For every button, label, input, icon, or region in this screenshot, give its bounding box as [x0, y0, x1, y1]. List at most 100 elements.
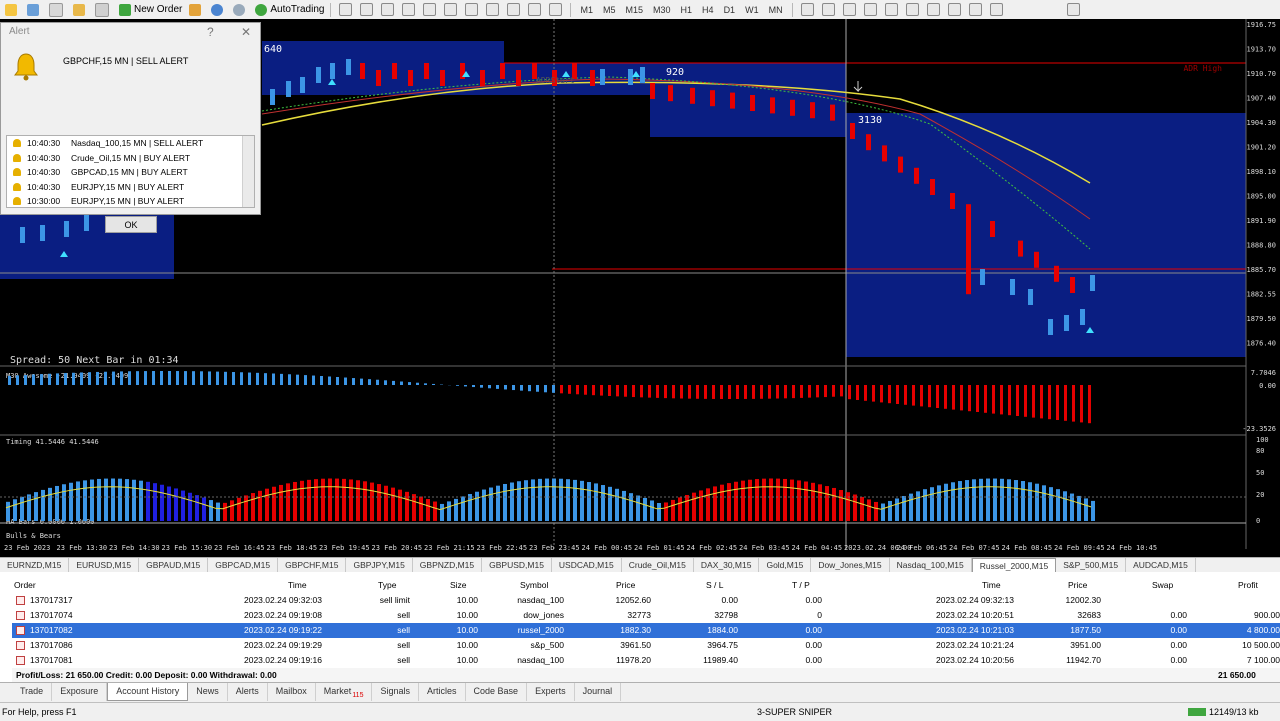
timing-bar [76, 481, 80, 521]
new-order-button[interactable]: New Order [117, 1, 184, 18]
chart-tab[interactable]: USDCAD,M15 [552, 558, 622, 573]
text-tool-button[interactable] [948, 3, 961, 16]
alert-row[interactable]: 10:40:30Crude_Oil,15 MN | BUY ALERT [7, 151, 254, 166]
terminal-tab[interactable]: Experts [527, 683, 575, 701]
tile-windows-button[interactable] [444, 3, 457, 16]
terminal-tab[interactable]: Exposure [52, 683, 107, 701]
terminal-button[interactable] [93, 1, 114, 18]
col-open-time[interactable]: Time [288, 578, 307, 593]
chart-tab[interactable]: Dow_Jones,M15 [811, 558, 889, 573]
arrows-tool-button[interactable] [969, 3, 982, 16]
help-icon[interactable]: ? [207, 23, 214, 41]
horizontal-line-tool-button[interactable] [864, 3, 877, 16]
tf-m30[interactable]: M30 [653, 5, 671, 15]
terminal-tab[interactable]: Articles [419, 683, 466, 701]
chart-tab[interactable]: EURUSD,M15 [69, 558, 139, 573]
terminal-tab[interactable]: Mailbox [268, 683, 316, 701]
col-symbol[interactable]: Symbol [520, 578, 548, 593]
col-type[interactable]: Type [378, 578, 396, 593]
chart-window-tabs: EURNZD,M15EURUSD,M15GBPAUD,M15GBPCAD,M15… [0, 557, 1280, 573]
tf-d1[interactable]: D1 [724, 5, 736, 15]
crosshair-tool-button[interactable] [822, 3, 835, 16]
terminal-tab[interactable]: Journal [575, 683, 622, 701]
terminal-tab[interactable]: Account History [107, 683, 188, 701]
channel-tool-button[interactable] [906, 3, 919, 16]
terminal-tab[interactable]: Code Base [466, 683, 528, 701]
terminal-tab[interactable]: News [188, 683, 228, 701]
chart-tab[interactable]: S&P_500,M15 [1056, 558, 1126, 573]
history-row[interactable]: 1370170812023.02.24 09:19:16sell10.00nas… [12, 653, 1280, 668]
chart-tab[interactable]: Gold,M15 [759, 558, 811, 573]
col-order[interactable]: Order [14, 578, 36, 593]
alert-row[interactable]: 10:40:30EURJPY,15 MN | BUY ALERT [7, 180, 254, 195]
trendline-tool-button[interactable] [885, 3, 898, 16]
zoom-out-button[interactable] [423, 3, 436, 16]
history-row[interactable]: 1370170742023.02.24 09:19:08sell10.00dow… [12, 608, 1280, 623]
col-open-price[interactable]: Price [616, 578, 635, 593]
alert-list-scrollbar[interactable] [242, 136, 254, 207]
zoom-in-button[interactable] [402, 3, 415, 16]
chart-tab[interactable]: Nasdaq_100,M15 [890, 558, 972, 573]
vertical-line-tool-button[interactable] [843, 3, 856, 16]
ok-button[interactable]: OK [105, 216, 157, 233]
tf-m5[interactable]: M5 [603, 5, 616, 15]
new-chart-button[interactable] [3, 1, 22, 18]
chart-tab[interactable]: EURNZD,M15 [0, 558, 69, 573]
market-watch-button[interactable] [47, 1, 68, 18]
terminal-tab[interactable]: Signals [372, 683, 419, 701]
chart-shift-button[interactable] [486, 3, 499, 16]
alert-history-list[interactable]: 10:40:30Nasdaq_100,15 MN | SELL ALERT 10… [6, 135, 255, 208]
strategy-button[interactable] [209, 1, 228, 18]
candle-chart-button[interactable] [360, 3, 373, 16]
col-sl[interactable]: S / L [706, 578, 723, 593]
timing-bar [881, 504, 885, 521]
chart-tab[interactable]: GBPNZD,M15 [413, 558, 482, 573]
col-close-price[interactable]: Price [1068, 578, 1087, 593]
tf-mn[interactable]: MN [769, 5, 783, 15]
autoscroll-button[interactable] [465, 3, 478, 16]
window-button[interactable] [990, 3, 1003, 16]
alert-row[interactable]: 10:40:30Nasdaq_100,15 MN | SELL ALERT [7, 136, 254, 151]
periods-button[interactable] [528, 3, 541, 16]
metaeditor-button[interactable] [187, 1, 206, 18]
history-row[interactable]: 1370170862023.02.24 09:19:29sell10.00s&p… [12, 638, 1280, 653]
col-tp[interactable]: T / P [792, 578, 810, 593]
autotrading-button[interactable]: AutoTrading [253, 1, 326, 18]
chart-tab[interactable]: GBPJPY,M15 [346, 558, 412, 573]
history-row[interactable]: 1370173172023.02.24 09:32:03sell limit10… [12, 593, 1280, 608]
chart-tab[interactable]: GBPUSD,M15 [482, 558, 552, 573]
terminal-tab[interactable]: Alerts [228, 683, 268, 701]
tf-m15[interactable]: M15 [626, 5, 644, 15]
navigator-button[interactable] [71, 1, 90, 18]
col-swap[interactable]: Swap [1152, 578, 1173, 593]
fibo-tool-button[interactable] [927, 3, 940, 16]
tf-w1[interactable]: W1 [745, 5, 759, 15]
profiles-button[interactable] [25, 1, 44, 18]
alert-row[interactable]: 10:40:30GBPCAD,15 MN | BUY ALERT [7, 165, 254, 180]
chart-tab[interactable]: Crude_Oil,M15 [622, 558, 694, 573]
close-icon[interactable]: ✕ [241, 23, 251, 41]
tf-m1[interactable]: M1 [580, 5, 593, 15]
search-button[interactable] [1067, 3, 1080, 16]
indicators-button[interactable] [507, 3, 520, 16]
col-size[interactable]: Size [450, 578, 467, 593]
tf-h4[interactable]: H4 [702, 5, 714, 15]
chart-tab[interactable]: GBPCAD,M15 [208, 558, 278, 573]
col-profit[interactable]: Profit [1238, 578, 1258, 593]
line-chart-button[interactable] [381, 3, 394, 16]
signals-button[interactable] [231, 1, 250, 18]
chart-tab[interactable]: DAX_30,M15 [694, 558, 760, 573]
chart-tab[interactable]: Russel_2000,M15 [972, 558, 1057, 573]
history-row[interactable]: 1370170822023.02.24 09:19:22sell10.00rus… [12, 623, 1280, 638]
chart-tab[interactable]: AUDCAD,M15 [1126, 558, 1196, 573]
bar-chart-button[interactable] [339, 3, 352, 16]
col-close-time[interactable]: Time [982, 578, 1001, 593]
cursor-tool-button[interactable] [801, 3, 814, 16]
tf-h1[interactable]: H1 [681, 5, 693, 15]
terminal-tab[interactable]: Market115 [316, 683, 373, 701]
templates-button[interactable] [549, 3, 562, 16]
alert-row[interactable]: 10:30:00EURJPY,15 MN | BUY ALERT [7, 194, 254, 209]
chart-tab[interactable]: GBPCHF,M15 [278, 558, 346, 573]
chart-tab[interactable]: GBPAUD,M15 [139, 558, 208, 573]
terminal-tab[interactable]: Trade [12, 683, 52, 701]
